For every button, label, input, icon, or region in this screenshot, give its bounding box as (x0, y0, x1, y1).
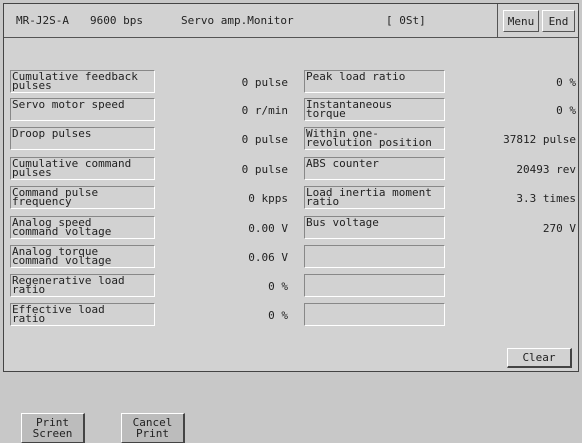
left-monitor-value: 0 pulse (241, 163, 288, 176)
monitor-panel: MR-J2S-A 9600 bps Servo amp.Monitor [ 0S… (3, 3, 579, 372)
right-monitor-label: Within one- revolution position (304, 127, 445, 150)
left-monitor-label: Command pulse frequency (10, 186, 155, 209)
right-monitor-value: 20493 rev (516, 163, 576, 176)
right-monitor-label: Peak load ratio (304, 70, 445, 93)
left-monitor-value: 0 pulse (241, 133, 288, 146)
left-monitor-label: Cumulative feedback pulses (10, 70, 155, 93)
left-monitor-value: 0 r/min (241, 104, 288, 117)
cancel-print-button[interactable]: Cancel Print (121, 413, 185, 443)
left-monitor-label: Analog speed command voltage (10, 216, 155, 239)
right-monitor-value: 270 V (542, 222, 576, 235)
left-monitor-label: Cumulative command pulses (10, 157, 155, 180)
screen-title: Servo amp.Monitor (181, 14, 294, 27)
right-monitor-value: 37812 pulse (503, 133, 576, 146)
left-monitor-value: 0.06 V (248, 251, 288, 264)
menu-button[interactable]: Menu (503, 10, 539, 32)
end-button[interactable]: End (542, 10, 575, 32)
left-monitor-label: Analog torque command voltage (10, 245, 155, 268)
right-monitor-label: Bus voltage (304, 216, 445, 239)
left-monitor-value: 0 kpps (248, 192, 288, 205)
clear-button[interactable]: Clear (507, 348, 572, 368)
right-monitor-label (304, 274, 445, 297)
header-bar: MR-J2S-A 9600 bps Servo amp.Monitor [ 0S… (4, 4, 578, 38)
right-monitor-value: 3.3 times (516, 192, 576, 205)
left-monitor-label: Servo motor speed (10, 98, 155, 121)
right-monitor-label: Instantaneous torque (304, 98, 445, 121)
header-divider (497, 4, 498, 37)
left-monitor-label: Effective load ratio (10, 303, 155, 326)
left-monitor-value: 0 pulse (241, 76, 288, 89)
left-monitor-value: 0.00 V (248, 222, 288, 235)
print-screen-button[interactable]: Print Screen (21, 413, 85, 443)
right-monitor-label (304, 245, 445, 268)
right-monitor-label: Load inertia moment ratio (304, 186, 445, 209)
baud-rate: 9600 bps (90, 14, 143, 27)
right-monitor-value: 0 % (556, 76, 576, 89)
left-monitor-label: Droop pulses (10, 127, 155, 150)
right-monitor-value: 0 % (556, 104, 576, 117)
left-monitor-value: 0 % (268, 280, 288, 293)
left-monitor-label: Regenerative load ratio (10, 274, 155, 297)
station-status: [ 0St] (386, 14, 426, 27)
model-name: MR-J2S-A (16, 14, 69, 27)
right-monitor-label (304, 303, 445, 326)
right-monitor-label: ABS counter (304, 157, 445, 180)
left-monitor-value: 0 % (268, 309, 288, 322)
